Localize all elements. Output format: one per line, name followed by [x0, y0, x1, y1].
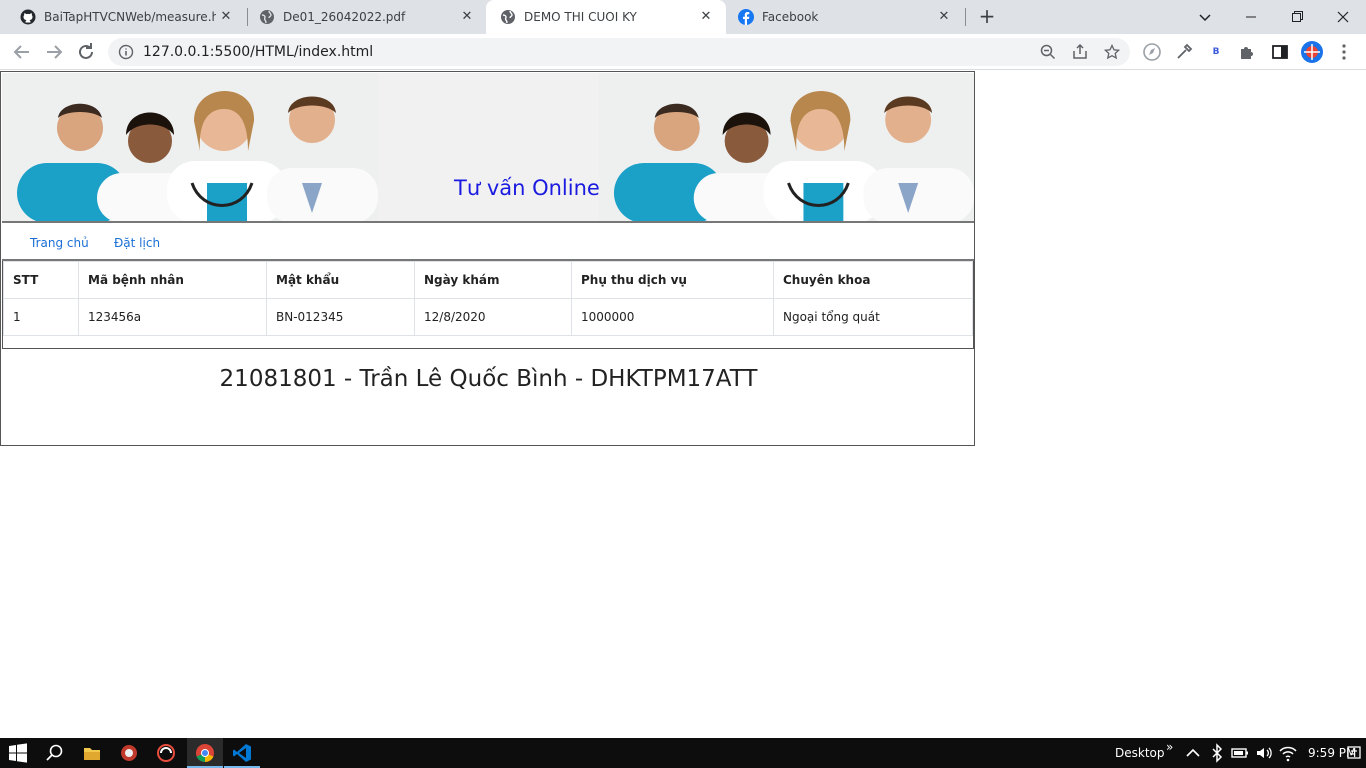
- reload-icon[interactable]: [74, 40, 98, 64]
- page-container: Tư vấn Online Trang chủ Đặt lịch STT Mã …: [0, 71, 975, 446]
- vscode-taskbar-button[interactable]: [224, 738, 260, 768]
- table-cell: BN-012345: [266, 298, 415, 336]
- footer-student-info: 21081801 - Trần Lê Quốc Bình - DHKTPM17A…: [219, 366, 758, 392]
- table-header: Mật khẩu: [266, 261, 415, 299]
- close-icon: [1337, 11, 1349, 23]
- close-window-button[interactable]: [1320, 0, 1366, 34]
- doctors-photo-left: [2, 73, 378, 221]
- tab-title: Facebook: [762, 10, 819, 24]
- battery-icon[interactable]: [1230, 743, 1250, 763]
- table-header: Chuyên khoa: [773, 261, 973, 299]
- tab-title: De01_26042022.pdf: [283, 10, 406, 24]
- tab-demo[interactable]: DEMO THI CUOI KY ✕: [486, 0, 726, 34]
- tab-separator: [965, 8, 966, 26]
- table-cell: 1: [3, 298, 79, 336]
- puzzle-icon[interactable]: [1236, 40, 1260, 64]
- nav-bar: Trang chủ Đặt lịch: [2, 223, 974, 261]
- file-explorer-icon[interactable]: [82, 743, 102, 763]
- close-icon[interactable]: ✕: [936, 9, 952, 25]
- doctors-photo-right: [599, 73, 974, 221]
- side-panel-icon[interactable]: [1268, 40, 1292, 64]
- compass-extension-icon[interactable]: [1140, 40, 1164, 64]
- table-cell: 12/8/2020: [414, 298, 572, 336]
- new-tab-button[interactable]: +: [976, 6, 998, 28]
- header-banner: Tư vấn Online: [2, 73, 974, 223]
- eyedropper-extension-icon[interactable]: [1172, 40, 1196, 64]
- chrome-icon: [196, 744, 214, 763]
- search-icon[interactable]: [45, 743, 65, 763]
- patient-table-wrapper: STT Mã bệnh nhân Mật khẩu Ngày khám Phụ …: [2, 261, 974, 349]
- browser-toolbar: 127.0.0.1:5500/HTML/index.html B: [0, 34, 1366, 70]
- table-cell: 123456a: [78, 298, 267, 336]
- minimize-button[interactable]: [1228, 0, 1274, 34]
- tab-facebook[interactable]: Facebook ✕: [724, 0, 964, 34]
- notification-icon[interactable]: [1346, 743, 1362, 763]
- restore-icon: [1291, 11, 1303, 22]
- app-icon[interactable]: [119, 743, 139, 763]
- table-header: STT: [3, 261, 79, 299]
- address-bar[interactable]: 127.0.0.1:5500/HTML/index.html: [108, 38, 1130, 66]
- url-text: 127.0.0.1:5500/HTML/index.html: [143, 44, 374, 60]
- tab-search-button[interactable]: [1182, 0, 1228, 34]
- windows-taskbar: Desktop » 9:59 PM: [0, 738, 1366, 768]
- table-header: Ngày khám: [414, 261, 572, 299]
- tab-pdf[interactable]: De01_26042022.pdf ✕: [245, 0, 487, 34]
- patient-table: STT Mã bệnh nhân Mật khẩu Ngày khám Phụ …: [3, 261, 973, 336]
- menu-dots-icon[interactable]: [1332, 40, 1356, 64]
- tab-title: BaiTapHTVCNWeb/measure.html: [44, 10, 216, 24]
- restore-button[interactable]: [1274, 0, 1320, 34]
- extension-b-badge[interactable]: B: [1204, 40, 1228, 64]
- close-icon[interactable]: ✕: [698, 9, 714, 25]
- tab-strip: BaiTapHTVCNWeb/measure.html ✕ De01_26042…: [0, 0, 1366, 34]
- table-header-row: STT Mã bệnh nhân Mật khẩu Ngày khám Phụ …: [3, 261, 973, 299]
- windows-start-icon[interactable]: [8, 743, 28, 763]
- facebook-icon: [738, 9, 754, 25]
- chevron-right-double-icon[interactable]: »: [1166, 740, 1173, 754]
- table-header: Phụ thu dịch vụ: [571, 261, 774, 299]
- back-icon[interactable]: [10, 40, 34, 64]
- table-cell: 1000000: [571, 298, 774, 336]
- globe-icon: [260, 10, 274, 24]
- tab-title: DEMO THI CUOI KY: [524, 10, 637, 24]
- minimize-icon: [1246, 16, 1256, 18]
- page-viewport: Tư vấn Online Trang chủ Đặt lịch STT Mã …: [0, 71, 1366, 738]
- nav-link-home[interactable]: Trang chủ: [30, 236, 89, 250]
- star-icon[interactable]: [1104, 44, 1120, 60]
- tab-measure[interactable]: BaiTapHTVCNWeb/measure.html ✕: [6, 0, 246, 34]
- close-icon[interactable]: ✕: [459, 9, 475, 25]
- bluetooth-icon[interactable]: [1207, 743, 1227, 763]
- app-icon[interactable]: [156, 743, 176, 763]
- nav-link-booking[interactable]: Đặt lịch: [114, 236, 160, 250]
- desktop-toolbar-label[interactable]: Desktop: [1115, 746, 1165, 760]
- table-header: Mã bệnh nhân: [78, 261, 267, 299]
- chevron-down-icon: [1199, 14, 1211, 22]
- info-icon[interactable]: [118, 44, 134, 60]
- vscode-icon: [233, 744, 251, 762]
- github-icon: [20, 9, 36, 25]
- volume-icon[interactable]: [1254, 743, 1274, 763]
- banner-title: Tư vấn Online: [454, 176, 600, 200]
- forward-icon[interactable]: [42, 40, 66, 64]
- chevron-up-icon[interactable]: [1183, 743, 1203, 763]
- table-cell: Ngoại tổng quát: [773, 298, 973, 336]
- table-row: 1 123456a BN-012345 12/8/2020 1000000 Ng…: [3, 298, 973, 336]
- wifi-icon[interactable]: [1278, 743, 1298, 763]
- chrome-taskbar-button[interactable]: [187, 738, 223, 768]
- zoom-icon[interactable]: [1040, 44, 1056, 60]
- share-icon[interactable]: [1072, 44, 1088, 60]
- globe-icon: [501, 10, 515, 24]
- close-icon[interactable]: ✕: [218, 9, 234, 25]
- avatar[interactable]: [1300, 40, 1324, 64]
